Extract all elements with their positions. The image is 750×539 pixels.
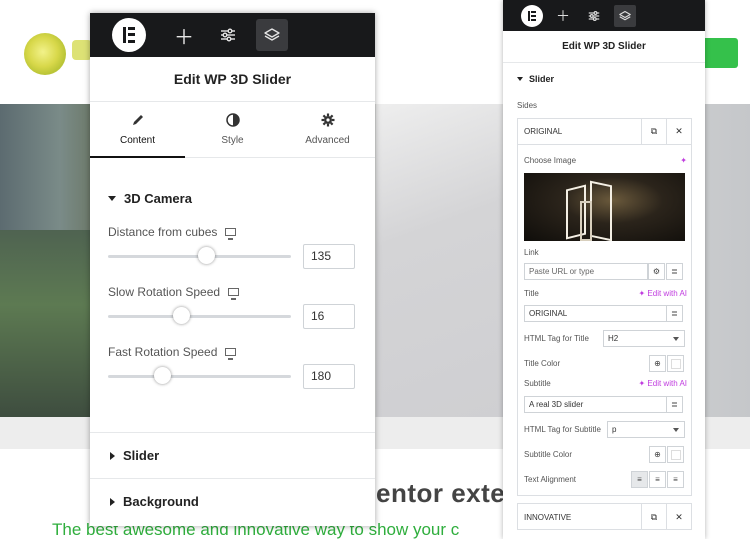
field-label: Title Color [524, 359, 561, 368]
section-title: 3D Camera [124, 190, 192, 206]
duplicate-icon[interactable]: ⧉ [641, 504, 666, 530]
image-preview[interactable] [524, 173, 685, 241]
field-label: Subtitle [524, 379, 551, 388]
tab-style[interactable]: Style [185, 102, 280, 157]
repeater-item-header[interactable]: ORIGINAL ⧉ ✕ [518, 118, 691, 145]
align-left-icon[interactable]: ≡ [631, 471, 648, 488]
panel-title: Edit WP 3D Slider [90, 57, 375, 102]
hero-slider-center [376, 104, 506, 417]
control-label: Fast Rotation Speed [108, 345, 218, 359]
elementor-panel-right: ＋ Edit WP 3D Slider Slider Sides ORIGINA… [503, 0, 705, 539]
section-background-header[interactable]: Background [90, 478, 375, 524]
slider-handle[interactable] [198, 247, 215, 264]
edit-with-ai-link[interactable]: ✦ Edit with AI [638, 379, 687, 388]
panel-toolbar: ＋ [90, 13, 375, 57]
field-label: Link [524, 248, 539, 257]
sides-label: Sides [517, 101, 538, 110]
panel-toolbar: ＋ [503, 0, 705, 31]
slider-handle[interactable] [154, 367, 171, 384]
html-tag-title-select[interactable]: H2 [603, 330, 685, 347]
page-heading-fragment: entor exte [376, 478, 506, 508]
slider-track[interactable] [108, 315, 291, 318]
caret-right-icon [110, 497, 115, 506]
plus-icon[interactable]: ＋ [168, 19, 200, 51]
close-icon[interactable]: ✕ [666, 118, 691, 145]
gear-icon[interactable]: ⚙ [648, 263, 665, 280]
title-input[interactable]: ORIGINAL [524, 305, 667, 322]
hero-slider-left [0, 230, 92, 417]
repeater-item-title: INNOVATIVE [524, 512, 572, 522]
control-label: Distance from cubes [108, 225, 218, 239]
tab-advanced[interactable]: Advanced [280, 102, 375, 157]
database-icon[interactable]: ≣ [666, 305, 683, 322]
tab-label: Content [119, 135, 156, 146]
panel-tabs: Content Style Advanced [90, 102, 375, 158]
field-label: Text Alignment [524, 475, 577, 484]
elementor-logo-icon[interactable] [521, 4, 543, 27]
repeater-item-original: ORIGINAL ⧉ ✕ Choose Image ✦ Link Paste U… [517, 118, 692, 496]
color-swatch[interactable] [667, 355, 684, 372]
database-icon[interactable]: ≣ [666, 263, 683, 280]
number-input[interactable]: 180 [303, 364, 355, 389]
repeater-item-innovative: INNOVATIVE ⧉ ✕ [517, 503, 692, 530]
sliders-icon[interactable] [212, 19, 244, 51]
sliders-icon[interactable] [583, 5, 605, 27]
subtitle-input[interactable]: A real 3D slider [524, 396, 667, 413]
section-slider-header[interactable]: Slider [503, 63, 705, 95]
control-slow-rotation-speed: Slow Rotation Speed 16 [108, 285, 358, 335]
slider-handle[interactable] [173, 307, 190, 324]
slider-track[interactable] [108, 375, 291, 378]
database-icon[interactable]: ≣ [666, 396, 683, 413]
caret-down-icon [108, 195, 116, 201]
tab-label: Advanced [305, 135, 350, 146]
control-fast-rotation-speed: Fast Rotation Speed 180 [108, 345, 358, 395]
section-title: Slider [529, 74, 555, 84]
site-logo [24, 33, 66, 75]
section-title: Slider [123, 448, 160, 463]
pencil-icon [131, 113, 145, 129]
tab-content[interactable]: Content [90, 102, 185, 158]
layers-icon[interactable] [614, 4, 636, 27]
section-3d-camera-header[interactable]: 3D Camera [90, 189, 192, 207]
link-input[interactable]: Paste URL or type [524, 263, 648, 280]
gear-icon [321, 113, 335, 129]
desktop-icon[interactable] [225, 228, 237, 240]
number-input[interactable]: 16 [303, 304, 355, 329]
edit-with-ai-link[interactable]: ✦ Edit with AI [638, 289, 687, 298]
align-center-icon[interactable]: ≡ [649, 471, 666, 488]
field-label: HTML Tag for Title [524, 334, 589, 343]
panel-title: Edit WP 3D Slider [503, 31, 705, 63]
section-title: Background [123, 494, 199, 509]
desktop-icon[interactable] [225, 348, 237, 360]
tab-label: Style [221, 135, 244, 146]
field-label: Title [524, 289, 539, 298]
number-input[interactable]: 135 [303, 244, 355, 269]
site-logo-text [72, 40, 92, 60]
globe-icon[interactable]: ⊕ [649, 446, 666, 463]
duplicate-icon[interactable]: ⧉ [641, 118, 666, 145]
field-label: HTML Tag for Subtitle [524, 425, 601, 434]
html-tag-subtitle-select[interactable]: p [607, 421, 685, 438]
color-swatch[interactable] [667, 446, 684, 463]
field-label: Subtitle Color [524, 450, 573, 459]
control-distance-from-cubes: Distance from cubes 135 [108, 225, 358, 275]
align-right-icon[interactable]: ≡ [667, 471, 684, 488]
plus-icon[interactable]: ＋ [552, 5, 574, 27]
desktop-icon[interactable] [228, 288, 240, 300]
header-cta-button[interactable] [700, 38, 738, 68]
section-slider-header[interactable]: Slider [90, 432, 375, 478]
field-label: Choose Image [524, 156, 577, 165]
globe-icon[interactable]: ⊕ [649, 355, 666, 372]
close-icon[interactable]: ✕ [666, 504, 691, 530]
contrast-icon [225, 113, 240, 129]
repeater-item-header[interactable]: INNOVATIVE ⧉ ✕ [518, 504, 691, 530]
repeater-item-title: ORIGINAL [524, 127, 563, 136]
control-label: Slow Rotation Speed [108, 285, 221, 299]
caret-right-icon [110, 451, 115, 460]
caret-down-icon [517, 77, 523, 81]
layers-icon[interactable] [256, 19, 288, 51]
ai-sparkle-icon[interactable]: ✦ [680, 156, 687, 165]
elementor-logo-icon[interactable] [112, 18, 146, 52]
elementor-panel-left: ＋ Edit WP 3D Slider Content Style Advanc… [90, 13, 375, 526]
